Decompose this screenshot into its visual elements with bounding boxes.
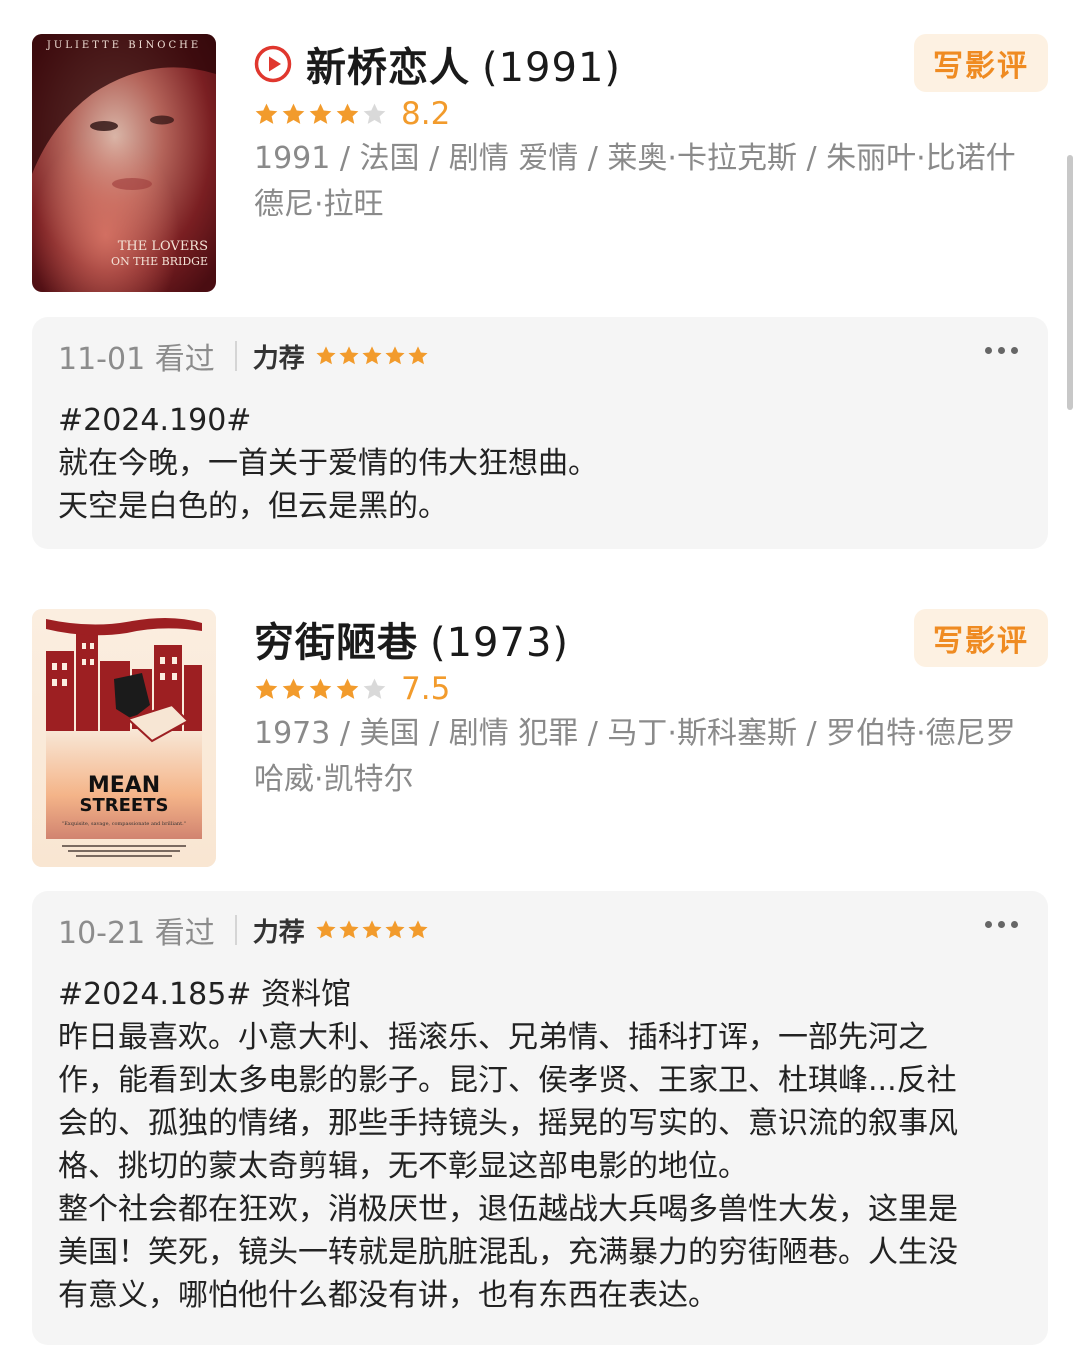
watched-date: 11-01 看过 [58,342,215,377]
review-line: 会的、孤独的情绪，那些手持镜头，摇晃的写实的、意识流的叙事风 [58,1106,958,1141]
rating-row: 8.2 [254,92,450,136]
review-line: 有意义，哪怕他什么都没有讲，也有东西在表达。 [58,1278,718,1313]
watched-date: 10-21 看过 [58,916,215,951]
recommend-label: 力荐 [252,917,305,948]
star-filled-icon [339,920,359,939]
movie-meta: 1973 / 美国 / 剧情 犯罪 / 马丁·斯科塞斯 / 罗伯特·德尼罗 哈威… [254,711,1054,803]
movie-meta-line: 德尼·拉旺 [254,187,384,222]
write-review-button[interactable]: 写影评 [914,34,1048,92]
review-line: 格、挑切的蒙太奇剪辑，无不彰显这部电影的地位。 [58,1149,748,1184]
review-card-2[interactable]: 10-21 看过 力荐 #2024.185# 资料馆 昨日最喜欢。小意大利、摇滚… [32,891,1048,1345]
movie-meta-line: 1991 / 法国 / 剧情 爱情 / 莱奥·卡拉克斯 / 朱丽叶·比诺什 [254,141,1016,176]
star-filled-icon [316,346,336,365]
review-header: 11-01 看过 力荐 [58,335,429,377]
scrollbar[interactable] [1067,155,1073,410]
star-filled-icon [255,103,278,124]
movie-meta-line: 哈威·凯特尔 [254,762,414,797]
write-review-button[interactable]: 写影评 [914,609,1048,667]
review-line: 整个社会都在狂欢，消极厌世，退伍越战大兵喝多兽性大发，这里是 [58,1192,958,1227]
poster-mean-streets-image: MEAN STREETS "Exquisite, savage, compass… [32,609,216,867]
rating-stars [254,102,387,127]
movie-poster-1[interactable]: JULIETTE BINOCHE THE LOVERS ON THE BRIDG… [32,34,216,292]
play-icon[interactable] [254,45,292,83]
review-line: 美国！笑死，镜头一转就是肮脏混乱，充满暴力的穷街陋巷。人生没 [58,1235,958,1270]
movie-title-row: 穷街陋巷 (1973) [254,611,569,667]
star-filled-icon [408,346,428,365]
review-header: 10-21 看过 力荐 [58,909,429,951]
review-stars [315,919,429,941]
more-options-icon[interactable] [981,917,1022,932]
rating-score: 7.5 [401,671,451,707]
movie-title[interactable]: 穷街陋巷 (1973) [254,610,569,668]
review-line: #2024.190# [58,403,252,438]
movie-item-1[interactable]: JULIETTE BINOCHE THE LOVERS ON THE BRIDG… [0,34,1080,294]
star-filled-icon [255,678,278,699]
review-stars [315,345,429,367]
rating-score: 8.2 [401,96,451,132]
recommend-label: 力荐 [252,343,305,374]
star-filled-icon [385,920,405,939]
movie-item-2[interactable]: MEAN STREETS "Exquisite, savage, compass… [0,609,1080,869]
movie-year: (1991) [482,45,622,91]
movie-year: (1973) [430,620,570,666]
review-line: 作，能看到太多电影的影子。昆汀、侯孝贤、王家卫、杜琪峰...反社 [58,1063,957,1098]
star-filled-icon [362,920,382,939]
poster-lovers-on-the-bridge-image: JULIETTE BINOCHE THE LOVERS ON THE BRIDG… [32,34,216,292]
star-filled-icon [282,678,305,699]
movie-title[interactable]: 新桥恋人 (1991) [306,35,621,93]
poster-title-line1: THE LOVERS [118,239,208,254]
review-line: #2024.185# 资料馆 [58,977,351,1012]
review-text: #2024.185# 资料馆 昨日最喜欢。小意大利、摇滚乐、兄弟情、插科打诨，一… [58,973,1018,1317]
star-filled-icon [336,103,359,124]
star-filled-icon [408,920,428,939]
movie-poster-2[interactable]: MEAN STREETS "Exquisite, savage, compass… [32,609,216,867]
review-line: 就在今晚，一首关于爱情的伟大狂想曲。 [58,446,598,481]
poster-top-text: JULIETTE BINOCHE [46,40,201,51]
movie-meta-line: 1973 / 美国 / 剧情 犯罪 / 马丁·斯科塞斯 / 罗伯特·德尼罗 [254,716,1016,751]
star-filled-icon [282,103,305,124]
movie-meta: 1991 / 法国 / 剧情 爱情 / 莱奥·卡拉克斯 / 朱丽叶·比诺什 德尼… [254,136,1054,228]
review-card-1[interactable]: 11-01 看过 力荐 #2024.190# 就在今晚，一首关于爱情的伟大狂想曲… [32,317,1048,549]
more-options-icon[interactable] [981,343,1022,358]
review-line: 昨日最喜欢。小意大利、摇滚乐、兄弟情、插科打诨，一部先河之 [58,1020,928,1055]
rating-stars [254,677,387,702]
star-filled-icon [336,678,359,699]
star-filled-icon [316,920,336,939]
movie-title-text[interactable]: 穷街陋巷 [254,620,418,666]
star-empty-icon [363,678,386,699]
star-empty-icon [363,103,386,124]
star-filled-icon [309,678,332,699]
header-divider [234,915,237,945]
poster-title-line2: STREETS [80,795,169,816]
star-filled-icon [339,346,359,365]
review-text: #2024.190# 就在今晚，一首关于爱情的伟大狂想曲。 天空是白色的，但云是… [58,399,1018,528]
movie-title-text[interactable]: 新桥恋人 [306,45,470,91]
star-filled-icon [362,346,382,365]
poster-tagline: "Exquisite, savage, compassionate and br… [62,821,186,827]
movie-list-page: JULIETTE BINOCHE THE LOVERS ON THE BRIDG… [0,0,1080,1345]
poster-title-line2: ON THE BRIDGE [111,255,208,268]
header-divider [234,341,237,371]
rating-row: 7.5 [254,667,450,711]
star-filled-icon [309,103,332,124]
movie-title-row: 新桥恋人 (1991) [254,36,621,92]
review-line: 天空是白色的，但云是黑的。 [58,489,448,524]
star-filled-icon [385,346,405,365]
